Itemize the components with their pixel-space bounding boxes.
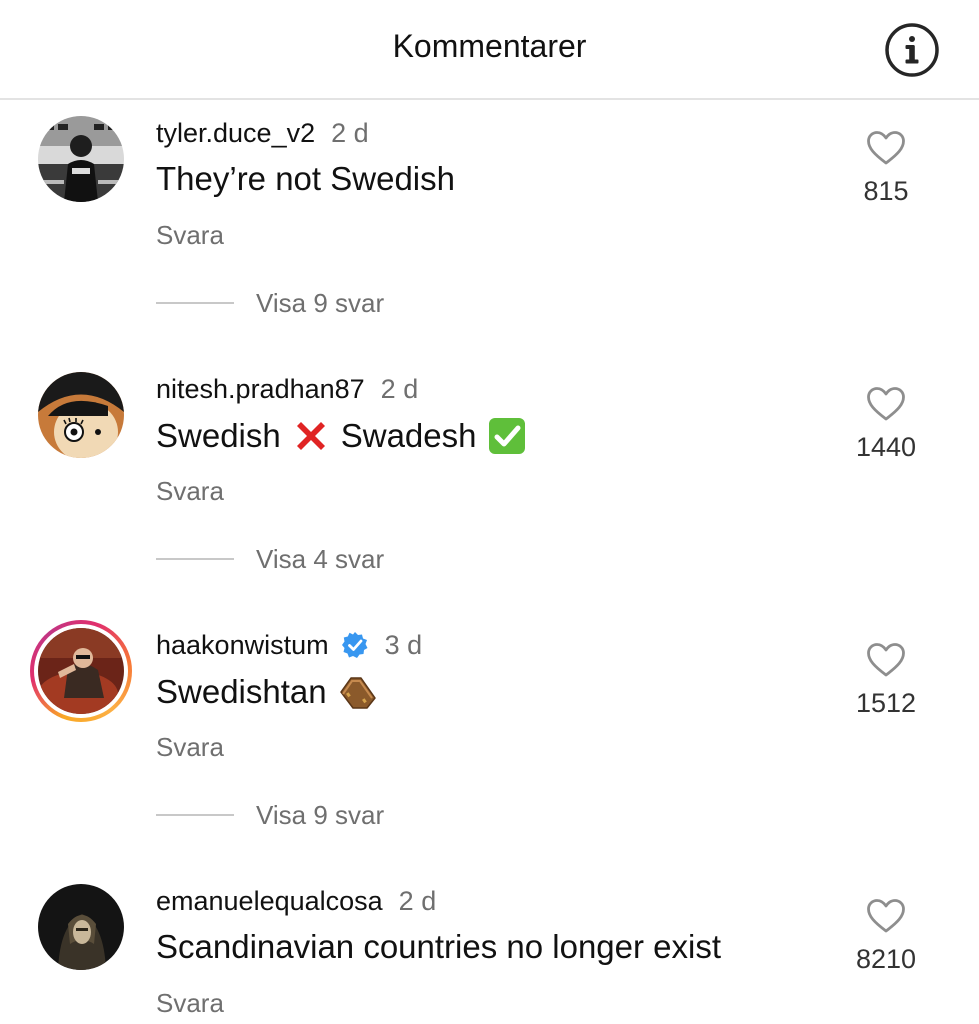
username[interactable]: haakonwistum: [156, 630, 329, 661]
comment-text-part: Swedish: [156, 417, 281, 454]
like-count: 1512: [855, 688, 917, 718]
comment-meta: tyler.duce_v2 2 d: [156, 116, 369, 150]
comment-text-part: Swadesh: [340, 417, 477, 454]
info-circle-icon: [885, 23, 939, 77]
like-button[interactable]: 815: [841, 130, 931, 207]
username[interactable]: emanuelequalcosa: [156, 886, 383, 917]
comment-text: They’re not Swedish: [156, 160, 455, 198]
story-ring[interactable]: [30, 620, 132, 722]
info-button[interactable]: [884, 22, 940, 78]
like-count: 8210: [855, 944, 917, 974]
reply-button[interactable]: Svara: [156, 476, 224, 507]
verified-badge-icon: [341, 632, 368, 658]
timestamp: 3 d: [384, 629, 423, 660]
replies-divider: [156, 302, 234, 304]
timestamp: 2 d: [398, 885, 437, 916]
coffin-emoji: [337, 672, 377, 712]
comments-header: Kommentarer: [0, 0, 979, 100]
heart-icon: [867, 643, 905, 677]
reply-button[interactable]: Svara: [156, 988, 224, 1019]
view-replies-label: Visa 9 svar: [256, 287, 385, 318]
timestamp: 2 d: [331, 117, 369, 148]
comment-text: Scandinavian countries no longer exist: [156, 928, 721, 966]
view-replies-button[interactable]: Visa 9 svar: [156, 800, 384, 830]
view-replies-button[interactable]: Visa 9 svar: [156, 288, 384, 318]
comment-meta: haakonwistum 3 d: [156, 628, 422, 662]
replies-divider: [156, 558, 234, 560]
comment-item: haakonwistum 3 d Swedishtan Svara Visa 9…: [0, 620, 979, 878]
comment-item: nitesh.pradhan87 2 d Swedish Swadesh Sva…: [0, 372, 979, 622]
like-button[interactable]: 1440: [841, 386, 931, 463]
heart-icon: [867, 899, 905, 933]
avatar: [38, 628, 124, 714]
view-replies-button[interactable]: Visa 4 svar: [156, 544, 384, 574]
like-button[interactable]: 8210: [841, 898, 931, 975]
comment-meta: emanuelequalcosa 2 d: [156, 884, 436, 918]
comment-item: tyler.duce_v2 2 d They’re not Swedish Sv…: [0, 116, 979, 366]
username[interactable]: tyler.duce_v2: [156, 118, 315, 149]
username[interactable]: nitesh.pradhan87: [156, 374, 365, 405]
check-mark-emoji: [487, 416, 527, 456]
comment-text-content: Swedishtan: [156, 673, 327, 710]
avatar[interactable]: [38, 372, 124, 458]
comment-text-content: Scandinavian countries no longer exist: [156, 928, 722, 965]
comment-text-content: They’re not Swedish: [156, 160, 455, 197]
comment-text: Swedish Swadesh: [156, 416, 527, 456]
timestamp: 2 d: [380, 373, 419, 404]
comment-text: Swedishtan: [156, 672, 377, 712]
heart-icon: [867, 131, 905, 165]
like-count: 815: [863, 176, 909, 206]
avatar[interactable]: [38, 116, 124, 202]
page-title: Kommentarer: [392, 28, 587, 64]
comment-meta: nitesh.pradhan87 2 d: [156, 372, 418, 406]
cross-mark-emoji: [291, 416, 331, 456]
like-button[interactable]: 1512: [841, 642, 931, 719]
avatar[interactable]: [38, 884, 124, 970]
reply-button[interactable]: Svara: [156, 220, 224, 251]
heart-icon: [867, 387, 905, 421]
reply-button[interactable]: Svara: [156, 732, 224, 763]
like-count: 1440: [855, 432, 917, 462]
view-replies-label: Visa 4 svar: [256, 543, 385, 574]
comment-item: emanuelequalcosa 2 d Scandinavian countr…: [0, 884, 979, 1024]
view-replies-label: Visa 9 svar: [256, 799, 385, 830]
replies-divider: [156, 814, 234, 816]
